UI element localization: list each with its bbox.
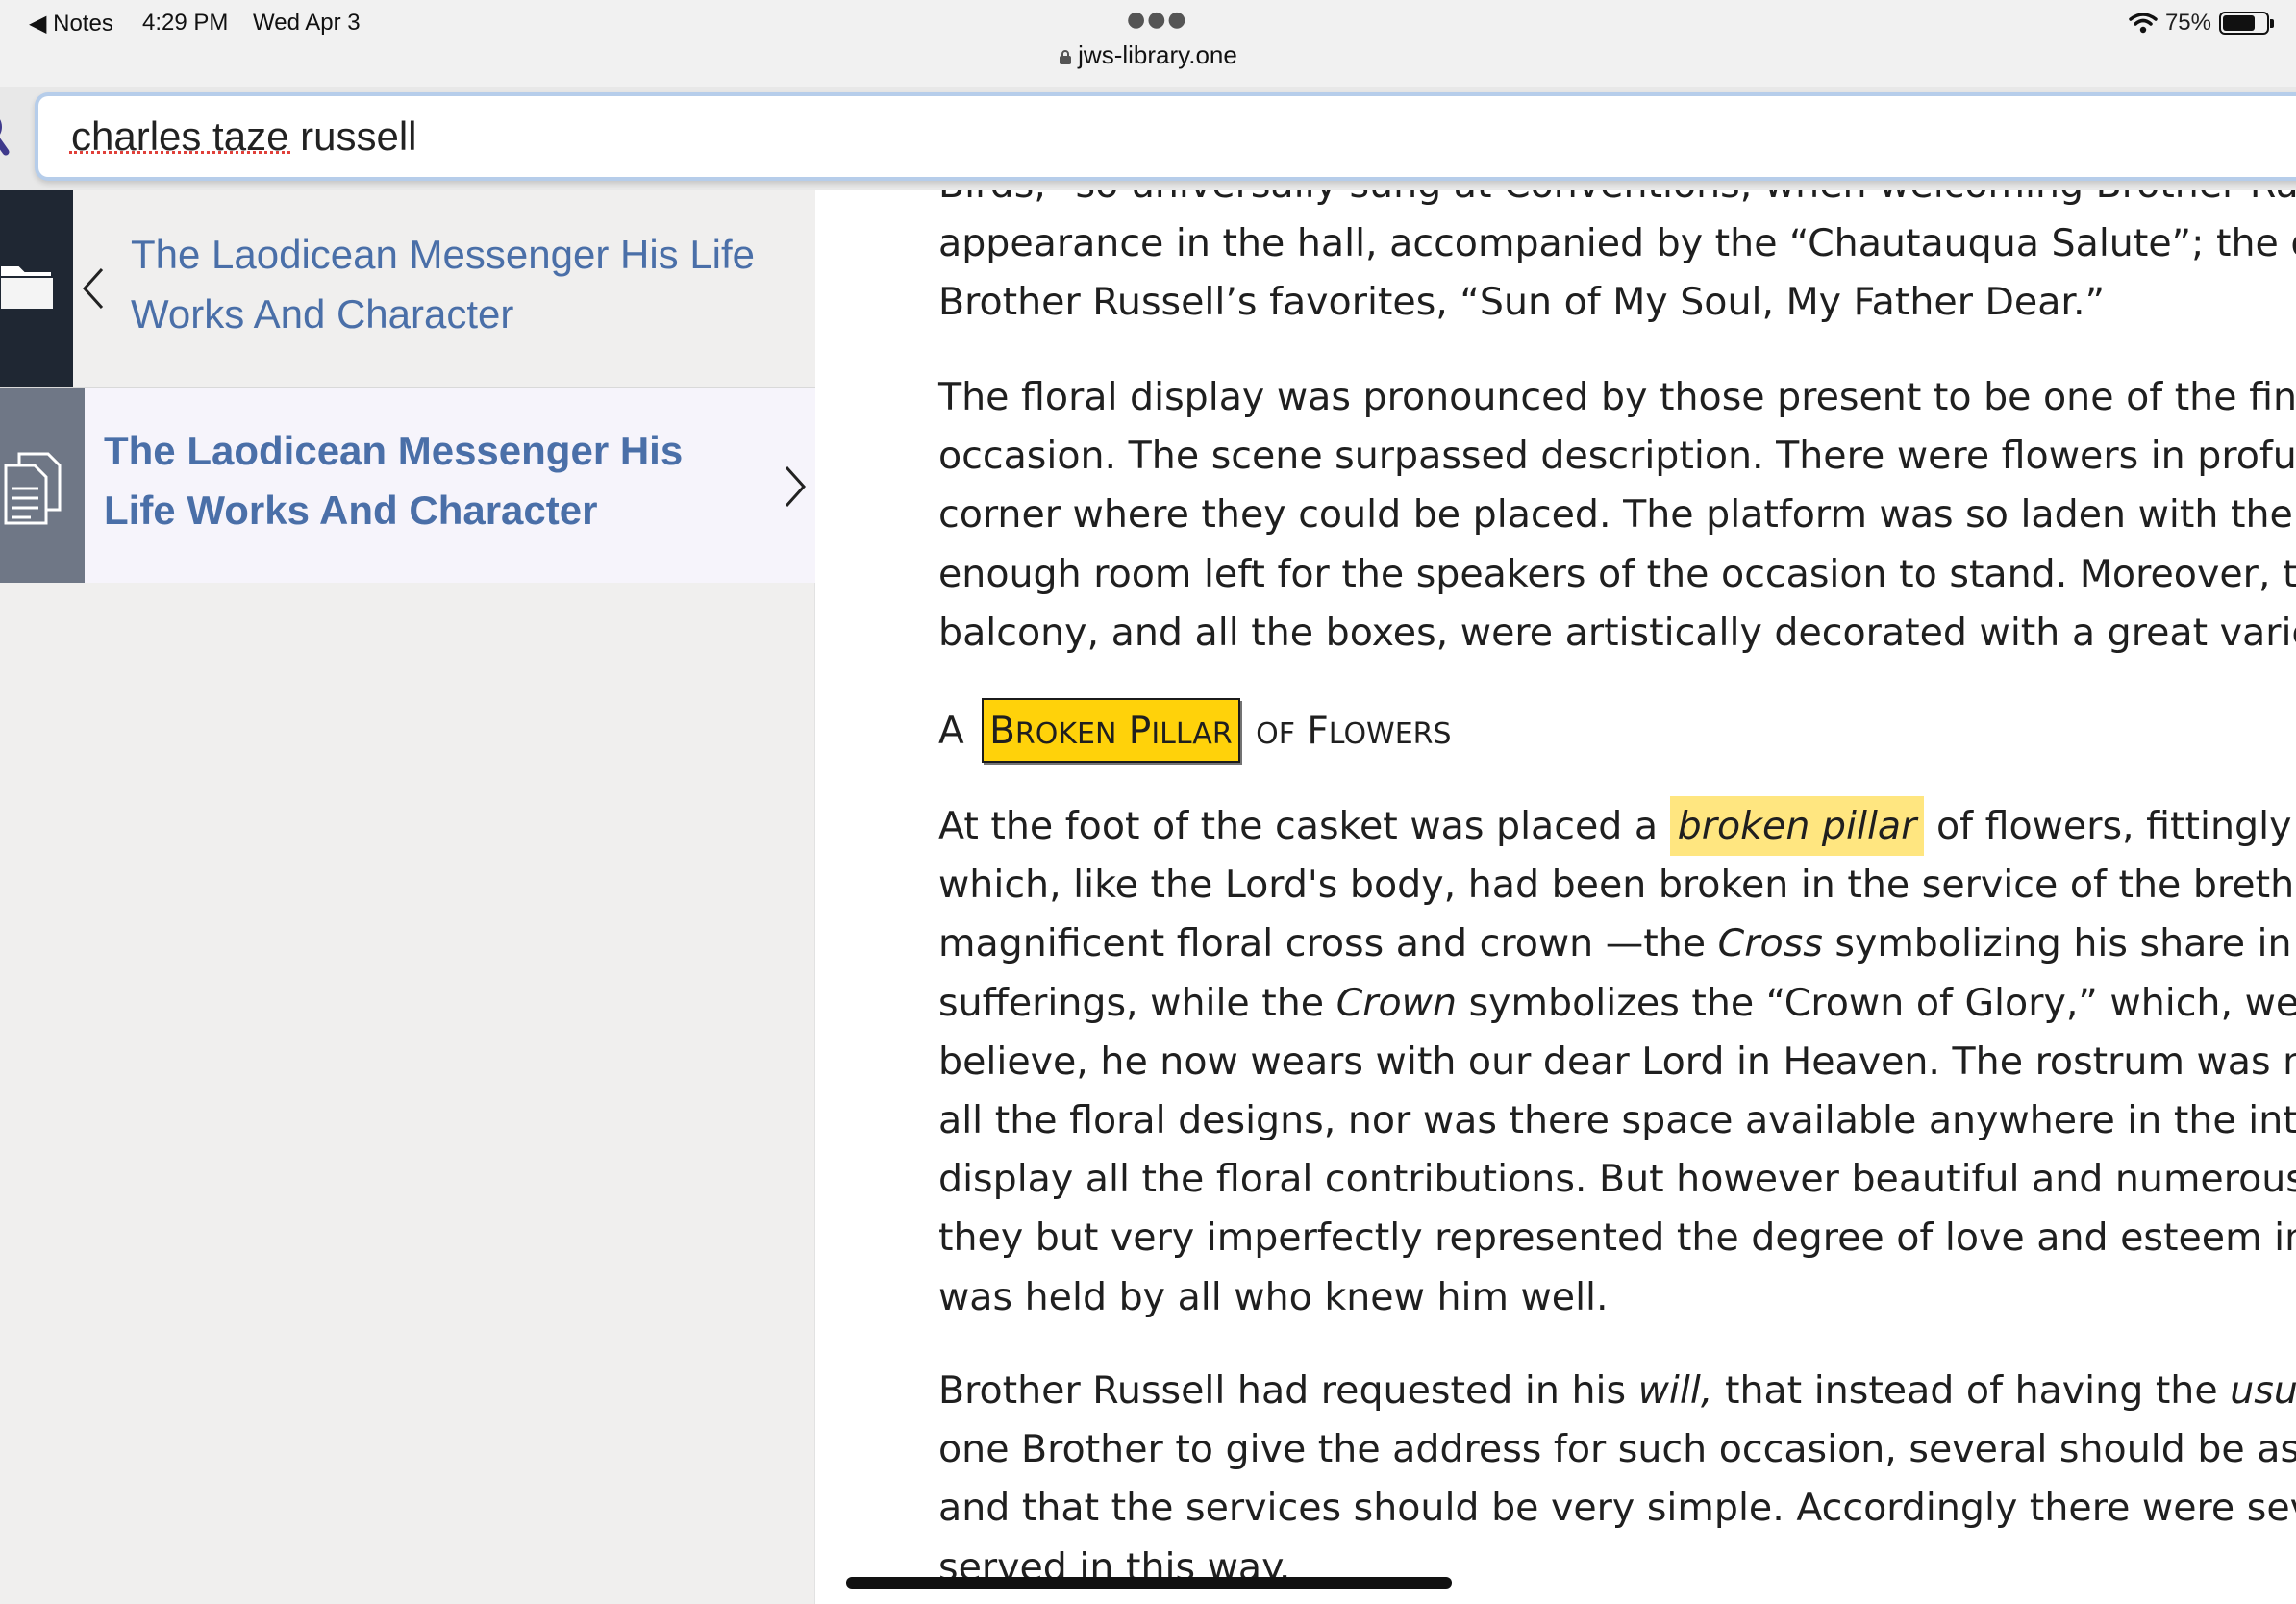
text-line: magnificent floral cross and crown —the … bbox=[938, 921, 2296, 966]
text-line: balcony, and all the boxes, were artisti… bbox=[938, 610, 2296, 655]
sidebar-item-tab bbox=[0, 388, 85, 583]
sidebar: The Laodicean Messenger His Life Works A… bbox=[0, 190, 815, 1604]
status-bar: ◀ Notes 4:29 PM Wed Apr 3 ●●● jws-librar… bbox=[0, 0, 2296, 87]
text-line: Birds," so universally sung at Conventio… bbox=[938, 190, 2296, 214]
multitasking-dots-icon[interactable]: ●●● bbox=[1127, 8, 1188, 32]
text-line: corner where they could be placed. The p… bbox=[938, 492, 2296, 538]
article-content: Birds," so universally sung at Conventio… bbox=[815, 190, 2296, 1604]
lock-icon bbox=[1060, 50, 1072, 64]
paragraph: Birds," so universally sung at Conventio… bbox=[938, 190, 2296, 333]
battery-percent: 75% bbox=[2164, 10, 2211, 36]
text-line: was held by all who knew him well. bbox=[938, 1274, 1609, 1319]
text-line: The floral display was pronounced by tho… bbox=[938, 375, 2296, 419]
text-line: occasion. The scene surpassed descriptio… bbox=[938, 434, 2296, 479]
status-right: 75% bbox=[2129, 10, 2274, 37]
text-line: sufferings, while the Crown symbolizes t… bbox=[938, 980, 2296, 1025]
chevron-right-icon[interactable] bbox=[783, 464, 808, 510]
search-input[interactable] bbox=[35, 92, 2296, 181]
search-hit-highlight[interactable]: BROKEN PILLAR bbox=[982, 698, 1240, 763]
battery-fill bbox=[2223, 15, 2255, 31]
text-line: all the floral designs, nor was there sp… bbox=[938, 1098, 2296, 1143]
search-hit-highlight[interactable]: broken pillar bbox=[1669, 796, 1925, 856]
home-indicator[interactable] bbox=[846, 1577, 1452, 1589]
section-heading: A BROKEN PILLAR OF FLOWERS bbox=[938, 698, 1452, 763]
sidebar-item-title[interactable]: The Laodicean Messenger His Life Works A… bbox=[104, 421, 719, 540]
sidebar-back-tab bbox=[0, 190, 73, 387]
battery-icon bbox=[2219, 12, 2274, 35]
text-line: which, like the Lord's body, had been br… bbox=[938, 863, 2296, 908]
documents-icon bbox=[4, 452, 62, 525]
search-bar bbox=[0, 87, 2296, 192]
text-line: Brother Russell had requested in his wil… bbox=[938, 1368, 2296, 1413]
url-bar[interactable]: jws-library.one bbox=[0, 40, 2296, 70]
paragraph: The floral display was pronounced by tho… bbox=[938, 368, 2296, 663]
text-line: believe, he now wears with our dear Lord… bbox=[938, 1039, 2296, 1084]
paragraph: Brother Russell had requested in his wil… bbox=[938, 1362, 2296, 1597]
status-time: 4:29 PM bbox=[142, 10, 229, 36]
text-line: display all the floral contributions. Bu… bbox=[938, 1157, 2296, 1202]
sidebar-back-item[interactable]: The Laodicean Messenger His Life Works A… bbox=[0, 190, 815, 388]
back-to-notes-link[interactable]: ◀ Notes bbox=[29, 10, 113, 38]
paragraph: At the foot of the casket was placed a b… bbox=[938, 796, 2296, 1327]
search-icon[interactable] bbox=[0, 106, 21, 163]
url-text: jws-library.one bbox=[1078, 40, 1237, 69]
text-line: enough room left for the speakers of the… bbox=[938, 551, 2296, 596]
chevron-left-icon[interactable] bbox=[81, 265, 106, 312]
text-line: they but very imperfectly represented th… bbox=[938, 1216, 2296, 1261]
sidebar-back-title[interactable]: The Laodicean Messenger His Life Works A… bbox=[131, 225, 785, 344]
text-line: At the foot of the casket was placed a b… bbox=[938, 796, 2296, 856]
status-date: Wed Apr 3 bbox=[253, 10, 361, 36]
folder-icon bbox=[0, 264, 54, 311]
wifi-icon bbox=[2129, 13, 2158, 34]
text-line: one Brother to give the address for such… bbox=[938, 1427, 2296, 1472]
text-line: Brother Russell’s favorites, “Sun of My … bbox=[938, 280, 2106, 325]
text-line: and that the services should be very sim… bbox=[938, 1486, 2296, 1531]
text-line: appearance in the hall, accompanied by t… bbox=[938, 221, 2296, 266]
sidebar-current-item[interactable]: The Laodicean Messenger His Life Works A… bbox=[0, 388, 815, 583]
